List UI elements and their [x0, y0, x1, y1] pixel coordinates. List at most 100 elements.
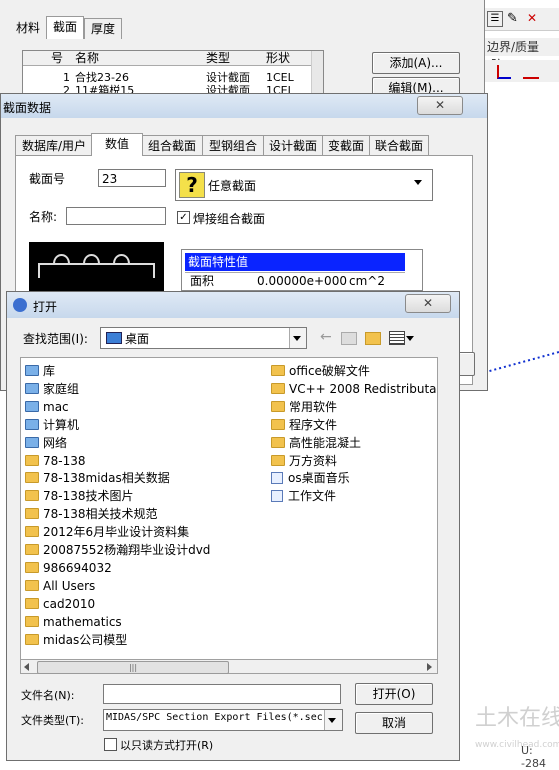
item-icon: network-icon	[25, 436, 39, 448]
file-list-item[interactable]: folder-icon office破解文件	[271, 362, 437, 380]
open-close-button[interactable]: ✕	[405, 294, 451, 313]
file-list-item[interactable]: folder-icon 78-138相关技术规范	[25, 505, 265, 523]
file-list-item[interactable]: shortcut-icon os桌面音乐	[271, 469, 437, 487]
scroll-thumb[interactable]: |||	[37, 661, 229, 674]
tab-tapered-section[interactable]: 变截面	[322, 135, 370, 156]
col-shape[interactable]: 形状	[266, 51, 290, 65]
table-scrollbar[interactable]	[311, 51, 323, 96]
item-icon: folder-icon	[25, 490, 39, 502]
file-list-item[interactable]: folder-icon 程序文件	[271, 416, 437, 434]
bg-bc-icon-2[interactable]	[523, 65, 539, 79]
file-list-item[interactable]: folder-icon 常用软件	[271, 398, 437, 416]
view-menu-arrow-icon[interactable]	[406, 336, 414, 341]
close-icon: ✕	[434, 98, 446, 112]
section-close-button[interactable]: ✕	[417, 96, 463, 115]
cell-shape: 1CEL	[266, 71, 294, 84]
file-list-item[interactable]: folder-icon VC++ 2008 Redistributable	[271, 380, 437, 398]
file-list-item[interactable]: folder-icon cad2010	[25, 595, 265, 613]
new-folder-icon[interactable]	[365, 332, 381, 345]
tab-thickness[interactable]: 厚度	[84, 18, 122, 39]
file-list-item[interactable]: folder-icon 万方资料	[271, 452, 437, 470]
name-input[interactable]	[66, 207, 166, 225]
tab-database-user[interactable]: 数据库/用户	[15, 135, 93, 156]
item-label: 万方资料	[289, 453, 338, 468]
name-label: 名称:	[29, 210, 58, 224]
tab-section[interactable]: 截面	[46, 16, 84, 39]
file-list-hscrollbar[interactable]: |||	[20, 659, 438, 674]
file-list-item[interactable]: folder-icon 78-138	[25, 452, 265, 470]
shape-select[interactable]: ? 任意截面	[175, 169, 433, 201]
item-icon: folder-icon	[271, 418, 285, 430]
properties-grid: 截面特性值 面积 0.00000e+000 cm^2	[181, 249, 423, 291]
tab-numeric[interactable]: 数值	[91, 133, 143, 156]
lookin-select[interactable]: 桌面	[100, 327, 307, 349]
table-row[interactable]: 1 合找23-26 设计截面 1CEL	[23, 72, 323, 84]
material-window: 材料 截面 厚度 号 名称 类型 形状 1 合找23-26 设计截面 1CEL …	[0, 0, 485, 99]
item-label: 常用软件	[289, 399, 338, 414]
filetype-select[interactable]: MIDAS/SPC Section Export Files(*.sec	[103, 709, 343, 731]
property-label: 面积	[190, 274, 215, 288]
back-arrow-icon[interactable]: ←	[320, 329, 332, 345]
file-list-item[interactable]: folder-icon 78-138技术图片	[25, 487, 265, 505]
bg-bc-icon-1[interactable]	[497, 65, 511, 79]
bg-menu-tab[interactable]: 边界/质量 防	[485, 38, 559, 72]
item-label: 程序文件	[289, 417, 338, 432]
cancel-button[interactable]: 取消	[355, 712, 433, 734]
open-dialog-titlebar: 打开 ✕	[7, 292, 459, 318]
file-list-item[interactable]: folder-icon midas公司模型	[25, 631, 265, 649]
weld-checkbox-label: 焊接组合截面	[193, 212, 266, 226]
watermark-text: 土木在线	[475, 706, 559, 731]
col-type[interactable]: 类型	[206, 51, 230, 65]
bg-menu-label: 边界/质量	[487, 40, 540, 54]
file-list-item[interactable]: folder-icon 78-138midas相关数据	[25, 469, 265, 487]
scroll-right-icon[interactable]	[427, 663, 432, 671]
tab-material[interactable]: 材料	[10, 18, 46, 38]
file-list-item[interactable]: folder-icon 20087552杨瀚翔毕业设计dvd	[25, 541, 265, 559]
file-list-item[interactable]: network-icon 网络	[25, 434, 265, 452]
item-icon: folder-icon	[25, 615, 39, 627]
col-no[interactable]: 号	[51, 51, 63, 65]
file-list-item[interactable]: library-icon 库	[25, 362, 265, 380]
tab-steel-combined[interactable]: 型钢组合	[202, 135, 264, 156]
item-icon: folder-icon	[25, 472, 39, 484]
open-button[interactable]: 打开(O)	[355, 683, 433, 705]
file-list-item[interactable]: folder-icon All Users	[25, 577, 265, 595]
property-row-area[interactable]: 面积 0.00000e+000 cm^2	[185, 272, 405, 289]
weld-checkbox[interactable]: ✓	[177, 211, 190, 224]
watermark-url: www.civilhead.com	[475, 740, 559, 750]
tab-combined-section[interactable]: 组合截面	[141, 135, 203, 156]
section-no-input[interactable]: 23	[98, 169, 166, 187]
item-icon: folder-icon	[271, 454, 285, 466]
item-label: All Users	[43, 578, 96, 593]
tab-composite-section[interactable]: 联合截面	[369, 135, 429, 156]
readonly-checkbox[interactable]	[104, 738, 117, 751]
file-list-item[interactable]: folder-icon mathematics	[25, 613, 265, 631]
file-list-item[interactable]: user-folder-icon mac	[25, 398, 265, 416]
question-icon: ?	[179, 172, 205, 198]
item-icon: folder-icon	[271, 436, 285, 448]
item-icon: folder-icon	[25, 526, 39, 538]
cell-type: 设计截面	[206, 71, 250, 84]
bg-tool-icon-1[interactable]: ☰	[487, 11, 503, 27]
view-menu-icon[interactable]	[389, 331, 405, 345]
up-folder-icon[interactable]	[341, 332, 357, 345]
item-label: 高性能混凝土	[289, 435, 362, 450]
bg-tool-icon-2[interactable]: ✎	[507, 11, 518, 26]
col-name[interactable]: 名称	[75, 51, 99, 65]
bg-tool-icon-3[interactable]: ✕	[527, 11, 537, 25]
file-list-item[interactable]: computer-icon 计算机	[25, 416, 265, 434]
scroll-left-icon[interactable]	[24, 663, 29, 671]
chevron-down-icon[interactable]	[414, 180, 422, 185]
add-button[interactable]: 添加(A)...	[372, 52, 460, 74]
file-list-item[interactable]: shortcut-icon 工作文件	[271, 487, 437, 505]
file-list-item[interactable]: folder-icon 高性能混凝土	[271, 434, 437, 452]
filename-input[interactable]	[103, 684, 341, 704]
section-no-label: 截面号	[29, 172, 66, 186]
file-list-item[interactable]: homegroup-icon 家庭组	[25, 380, 265, 398]
file-list-item[interactable]: folder-icon 2012年6月毕业设计资料集	[25, 523, 265, 541]
filetype-value: MIDAS/SPC Section Export Files(*.sec	[106, 712, 323, 723]
item-label: mac	[43, 399, 69, 414]
tab-design-section[interactable]: 设计截面	[263, 135, 323, 156]
file-list-item[interactable]: folder-icon 986694032	[25, 559, 265, 577]
properties-header: 截面特性值	[185, 253, 405, 271]
